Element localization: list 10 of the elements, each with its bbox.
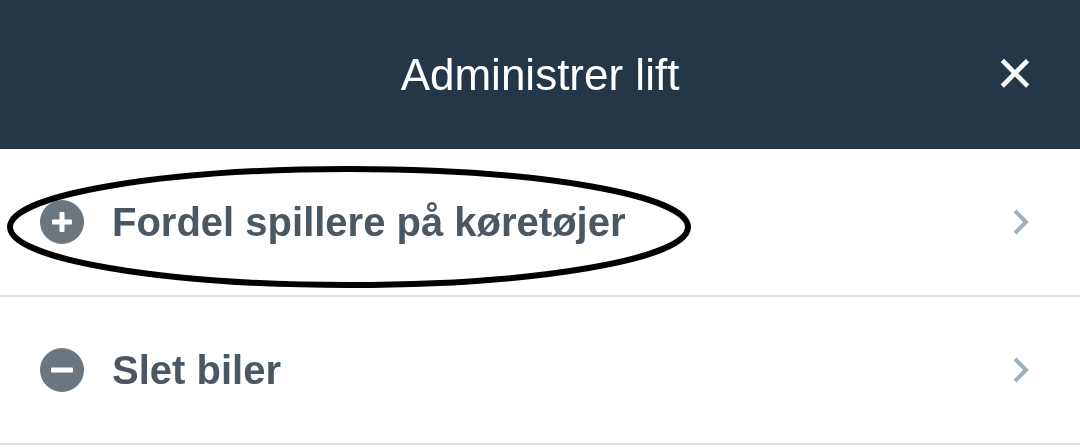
plus-circle-icon: [40, 200, 84, 244]
chevron-right-icon: [1012, 208, 1030, 236]
close-button[interactable]: ×: [990, 38, 1040, 108]
minus-circle-icon: [40, 348, 84, 392]
menu-item[interactable]: Slet biler: [0, 297, 1080, 445]
header-title: Administrer lift: [400, 48, 680, 101]
menu-item-label: Slet biler: [112, 347, 281, 394]
menu-item-label: Fordel spillere på køretøjer: [112, 199, 626, 246]
chevron-right-icon: [1012, 356, 1030, 384]
menu-item[interactable]: Fordel spillere på køretøjer: [0, 149, 1080, 297]
